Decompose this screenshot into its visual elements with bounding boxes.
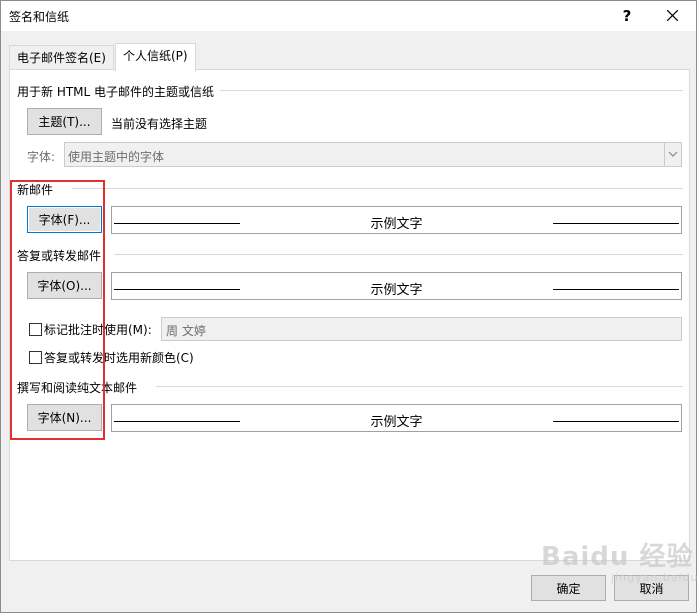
dropdown-arrow[interactable] (664, 143, 681, 166)
pick-new-color-checkbox[interactable] (29, 351, 42, 364)
divider (72, 188, 683, 189)
pick-new-color-label: 答复或转发时选用新颜色(C) (44, 351, 194, 365)
dialog-window: 签名和信纸 ? 电子邮件签名(E) 个人信纸(P) 用于新 HTML 电子邮件的… (0, 0, 697, 613)
plain-text-font-button[interactable]: 字体(N)... (27, 404, 102, 431)
plain-text-sample-preview: 示例文字 (111, 404, 682, 432)
theme-font-dropdown[interactable]: 使用主题中的字体 (64, 142, 682, 167)
tab-panel: 用于新 HTML 电子邮件的主题或信纸 主题(T)... 当前没有选择主题 字体… (9, 69, 690, 561)
new-mail-sample-text: 示例文字 (370, 217, 423, 232)
theme-section-heading: 用于新 HTML 电子邮件的主题或信纸 (17, 85, 215, 99)
theme-font-value: 使用主题中的字体 (68, 150, 165, 164)
tab-personal-stationery[interactable]: 个人信纸(P) (115, 43, 196, 72)
window-title: 签名和信纸 (9, 10, 70, 24)
reply-sample-text: 示例文字 (370, 283, 423, 298)
watermark-logo: Baidu 经验 jingyan.baidu.com (541, 536, 697, 584)
chevron-down-icon (668, 151, 678, 157)
new-mail-heading: 新邮件 (17, 183, 54, 197)
title-bar: 签名和信纸 ? (1, 1, 696, 31)
divider (220, 90, 683, 91)
mark-comments-label: 标记批注时使用(M): (44, 323, 152, 337)
mark-comments-name-value: 周 文婷 (166, 324, 206, 338)
theme-status: 当前没有选择主题 (111, 117, 208, 131)
reply-font-button[interactable]: 字体(O)... (27, 272, 102, 299)
reply-sample-preview: 示例文字 (111, 272, 682, 300)
mark-comments-checkbox[interactable] (29, 323, 42, 336)
divider (156, 386, 683, 387)
reply-heading: 答复或转发邮件 (17, 249, 102, 263)
help-button[interactable]: ? (615, 5, 639, 27)
font-label: 字体: (27, 150, 56, 164)
divider (114, 254, 683, 255)
watermark-subtext: jingyan.baidu.com (611, 571, 697, 584)
watermark-text: Baidu 经验 (541, 542, 694, 572)
tab-email-signature[interactable]: 电子邮件签名(E) (9, 45, 114, 70)
plain-text-sample-text: 示例文字 (370, 415, 423, 430)
close-icon (666, 9, 678, 22)
plain-text-heading: 撰写和阅读纯文本邮件 (17, 381, 138, 395)
new-mail-font-button[interactable]: 字体(F)... (27, 206, 102, 233)
close-button[interactable] (659, 5, 685, 27)
theme-button[interactable]: 主题(T)... (27, 108, 102, 135)
mark-comments-name-field: 周 文婷 (161, 317, 682, 341)
new-mail-sample-preview: 示例文字 (111, 206, 682, 234)
